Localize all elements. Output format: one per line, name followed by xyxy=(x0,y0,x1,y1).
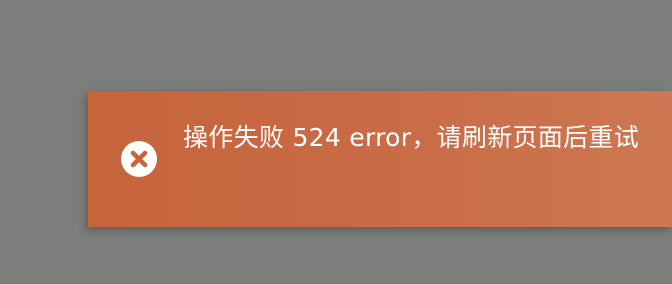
toast-message: 操作失败 524 error，请刷新页面后重试 xyxy=(183,123,640,152)
error-toast: 操作失败 524 error，请刷新页面后重试 xyxy=(88,91,672,227)
close-circle-icon xyxy=(121,141,157,177)
